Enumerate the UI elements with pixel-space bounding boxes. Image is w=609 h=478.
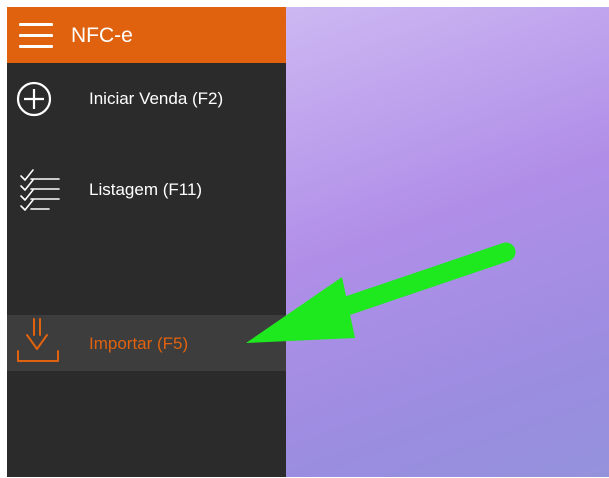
main-content-area <box>286 7 609 477</box>
menu-item-label: Iniciar Venda (F2) <box>89 89 224 108</box>
app-header: NFC-e <box>7 7 286 63</box>
plus-circle-icon <box>16 81 52 117</box>
navigation-sidebar: NFC-e Iniciar Venda (F2) Listagem (F11) … <box>7 7 286 477</box>
menu-item-listagem[interactable]: Listagem (F11) <box>7 157 286 217</box>
menu-item-iniciar-venda[interactable]: Iniciar Venda (F2) <box>7 69 286 129</box>
app-window: NFC-e Iniciar Venda (F2) Listagem (F11) … <box>7 7 609 477</box>
menu-item-label: Importar (F5) <box>89 334 189 353</box>
hamburger-menu-icon[interactable] <box>19 23 53 49</box>
import-download-icon <box>17 318 59 362</box>
checklist-icon <box>20 169 60 211</box>
menu-item-importar[interactable]: Importar (F5) <box>7 315 286 371</box>
app-title: NFC-e <box>71 24 133 47</box>
menu-item-label: Listagem (F11) <box>89 180 203 199</box>
